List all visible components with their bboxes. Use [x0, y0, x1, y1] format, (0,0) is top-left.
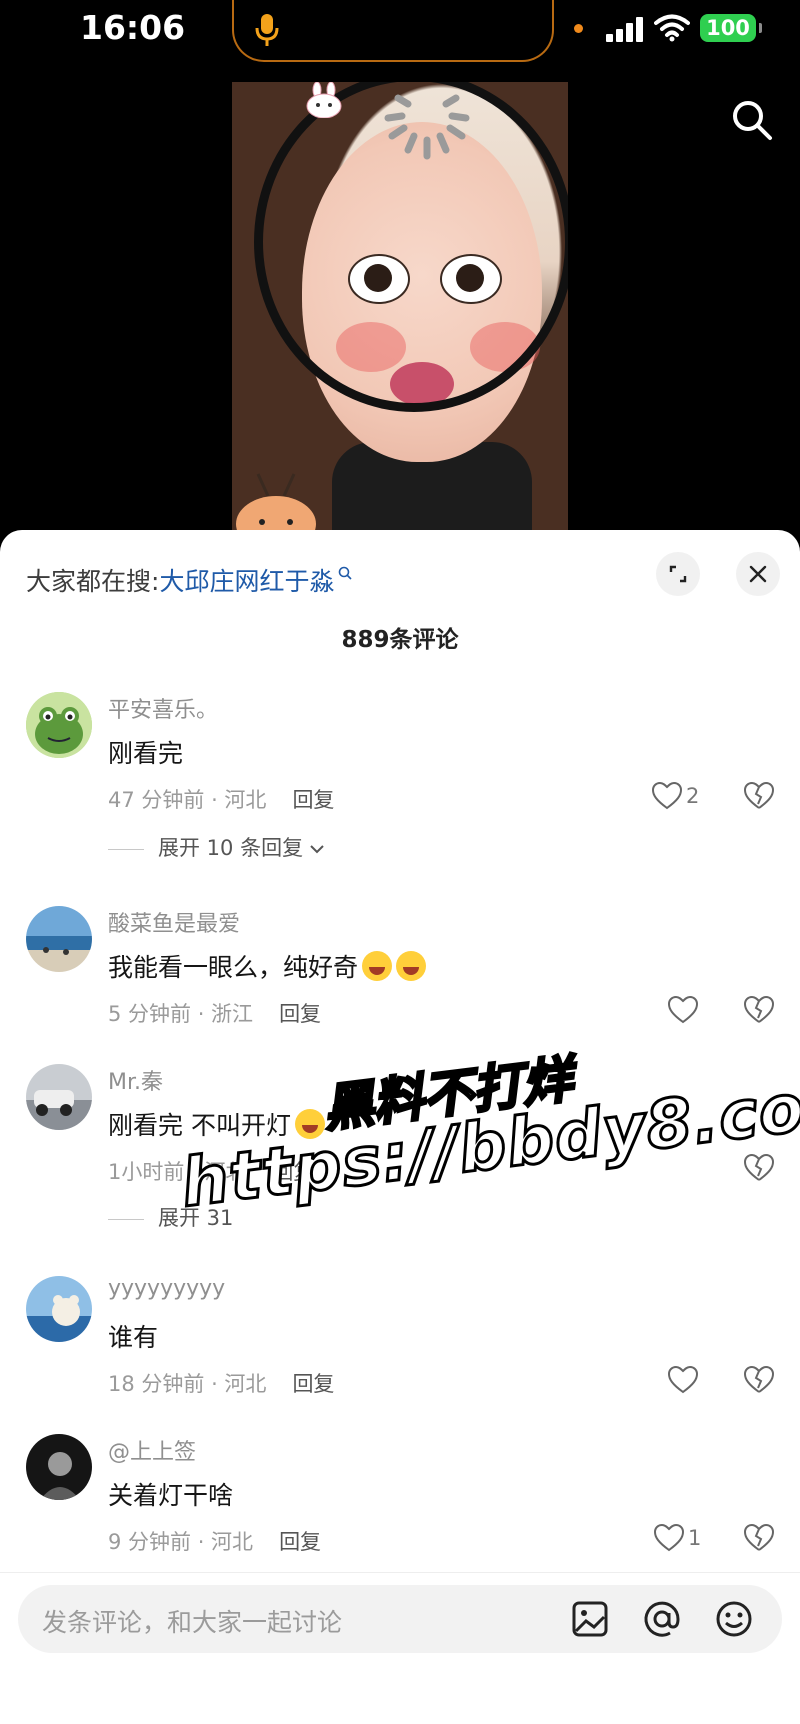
recording-dot [574, 24, 583, 33]
heart-icon [653, 1523, 685, 1552]
expand-divider [108, 1218, 144, 1220]
wifi-icon [654, 14, 690, 42]
comment-username[interactable]: @上上签 [108, 1434, 196, 1466]
avatar[interactable] [26, 692, 92, 758]
bug-sticker [236, 473, 316, 532]
like-button[interactable] [667, 995, 699, 1026]
loading-spinner-icon [384, 94, 470, 160]
comment-time-location: 47 分钟前 · 河北 [108, 788, 267, 812]
heart-icon [667, 1365, 699, 1394]
comment-meta: 47 分钟前 · 河北 回复 [108, 784, 334, 814]
comment-text-row: 我能看一眼么，纯好奇 [108, 948, 427, 984]
like-count: 2 [686, 784, 700, 808]
search-icon[interactable] [730, 98, 774, 142]
dark-portrait-avatar-icon [26, 1434, 92, 1500]
comment-time-location: 18 分钟前 · 河北 [108, 1372, 267, 1396]
reply-button[interactable]: 回复 [279, 1530, 321, 1554]
comment-input[interactable]: 发条评论，和大家一起讨论 [18, 1585, 782, 1653]
chevron-down-icon [310, 845, 324, 854]
battery-indicator: 100 [700, 14, 762, 42]
comment-input-bar: 发条评论，和大家一起讨论 [0, 1572, 800, 1724]
avatar[interactable] [26, 906, 92, 972]
close-button[interactable] [736, 552, 780, 596]
crying-laughing-emoji-icon [396, 951, 427, 981]
like-button[interactable] [667, 1365, 699, 1396]
comment-username[interactable]: 平安喜乐。 [108, 692, 218, 724]
expand-icon [669, 565, 687, 583]
comment-count: 889条评论 [341, 627, 459, 653]
status-time: 16:06 [80, 8, 186, 47]
heart-icon [651, 781, 683, 810]
emoji-icon[interactable] [714, 1599, 754, 1639]
broken-heart-icon[interactable] [744, 996, 774, 1024]
comment-text: 刚看完 [108, 739, 184, 768]
like-button[interactable]: 2 [651, 781, 700, 812]
reply-button[interactable]: 回复 [292, 788, 334, 812]
at-icon[interactable] [642, 1599, 682, 1639]
reply-button[interactable]: 回复 [292, 1372, 334, 1396]
dynamic-island [232, 0, 554, 62]
bunny-sticker [306, 82, 342, 118]
cellular-signal-icon [606, 16, 646, 42]
expand-divider [108, 848, 144, 850]
image-icon[interactable] [570, 1599, 610, 1639]
comment-meta: 18 分钟前 · 河北 回复 [108, 1368, 334, 1398]
like-count: 1 [688, 1526, 702, 1550]
expand-button[interactable] [656, 552, 700, 596]
trending-search-link[interactable]: 大家都在搜:大邱庄网红于淼 [26, 562, 353, 598]
expand-replies-button[interactable]: 展开 10 条回复 [108, 832, 325, 862]
close-icon [749, 565, 767, 583]
frog-avatar-icon [26, 692, 92, 758]
comment-username[interactable]: 酸菜鱼是最爱 [108, 906, 240, 938]
search-small-icon [339, 566, 353, 580]
broken-heart-icon[interactable] [744, 1524, 774, 1552]
microphone-icon [255, 14, 279, 46]
avatar[interactable] [26, 1064, 92, 1130]
comment-time-location: 9 分钟前 · 河北 [108, 1530, 254, 1554]
comment-username[interactable]: Mr.秦 [108, 1064, 163, 1096]
comment-meta: 5 分钟前 · 浙江 回复 [108, 998, 321, 1028]
sea-bear-avatar-icon [26, 1276, 92, 1342]
crying-laughing-emoji-icon [362, 951, 393, 981]
comment-time-location: 5 分钟前 · 浙江 [108, 1002, 254, 1026]
beach-avatar-icon [26, 906, 92, 972]
trending-prefix: 大家都在搜: [26, 567, 160, 596]
heart-icon [667, 995, 699, 1024]
trending-term[interactable]: 大邱庄网红于淼 [159, 567, 334, 596]
reply-button[interactable]: 回复 [279, 1002, 321, 1026]
comment-text: 谁有 [108, 1323, 159, 1352]
video-player[interactable] [232, 82, 568, 532]
broken-heart-icon[interactable] [744, 1366, 774, 1394]
avatar[interactable] [26, 1434, 92, 1500]
status-bar: 16:06 100 [0, 0, 800, 66]
broken-heart-icon[interactable] [744, 782, 774, 810]
comment-text: 我能看一眼么，纯好奇 [108, 953, 359, 982]
car-avatar-icon [26, 1064, 92, 1130]
broken-heart-icon[interactable] [744, 1154, 774, 1182]
avatar[interactable] [26, 1276, 92, 1342]
comment-meta: 9 分钟前 · 河北 回复 [108, 1526, 321, 1556]
comment-username[interactable]: yyyyyyyyy [108, 1276, 225, 1301]
comment-text: 关着灯干啥 [108, 1481, 234, 1510]
expand-replies-label: 展开 10 条回复 [158, 836, 304, 860]
like-button[interactable]: 1 [653, 1523, 702, 1554]
comment-input-placeholder: 发条评论，和大家一起讨论 [42, 1608, 343, 1637]
